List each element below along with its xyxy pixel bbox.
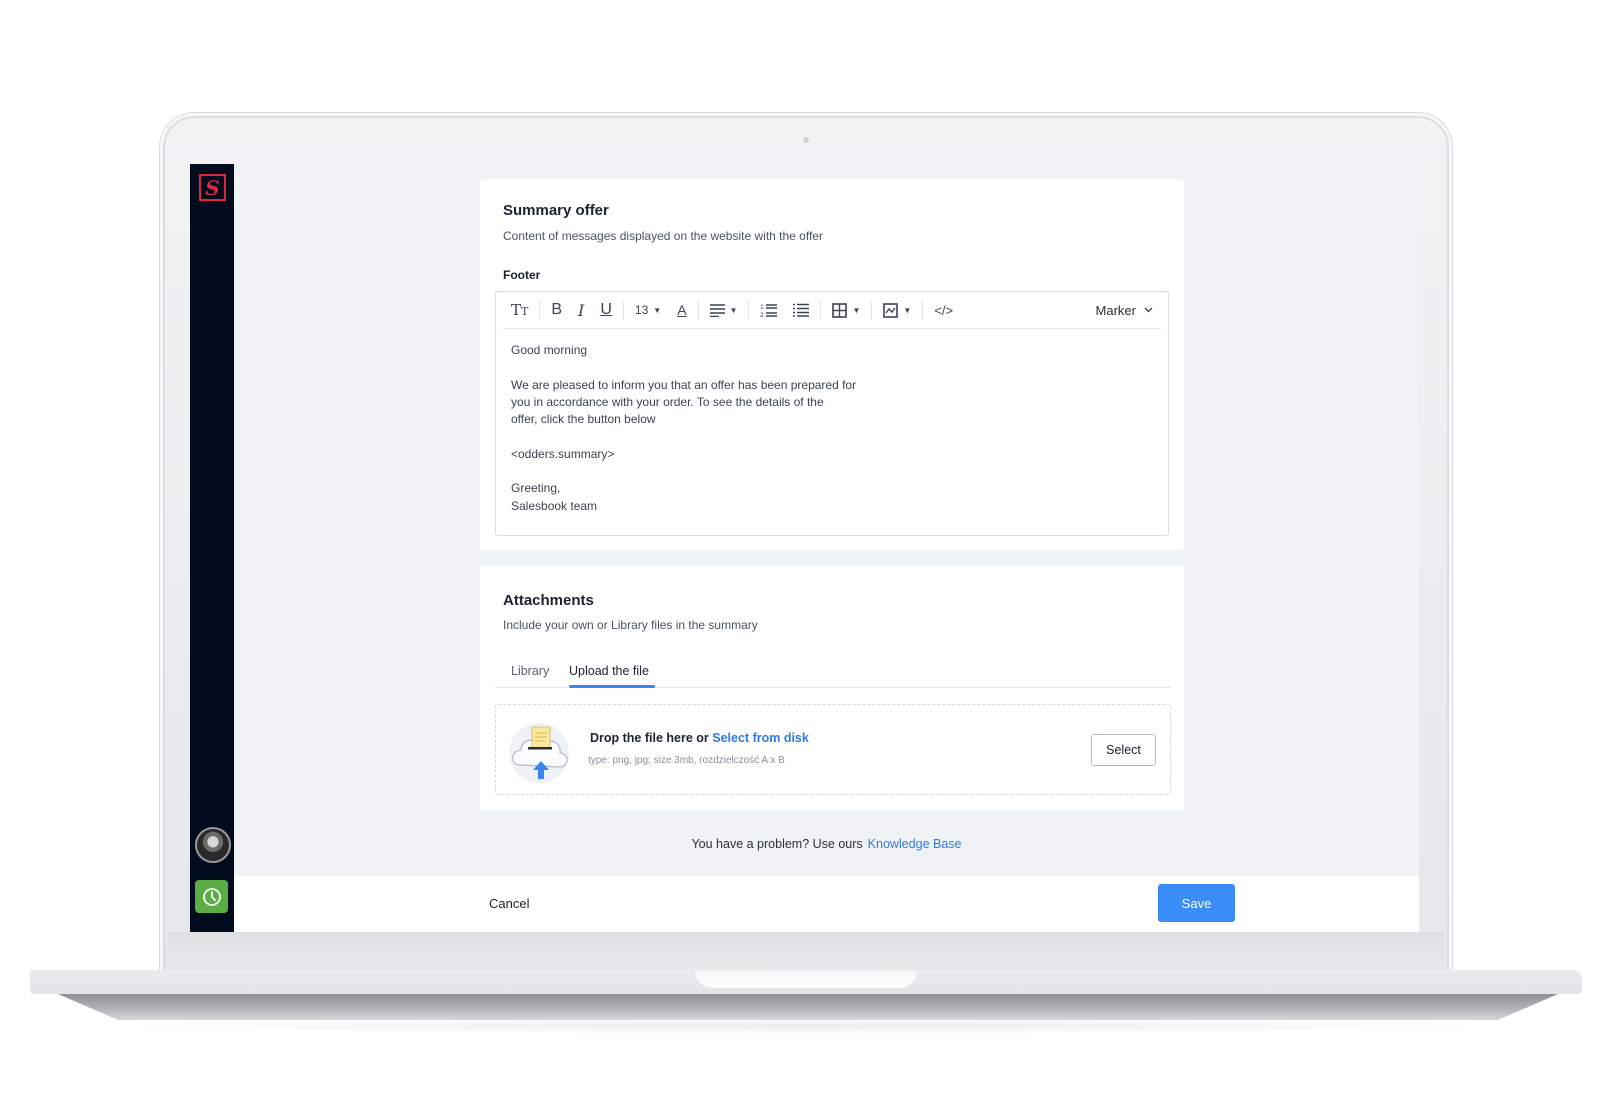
editor-line [511, 359, 856, 376]
help-text: You have a problem? Use ours Knowledge Ba… [190, 837, 1419, 851]
laptop-screen-chin [168, 932, 1444, 970]
file-dropzone[interactable]: Drop the file here or Select from disk t… [495, 704, 1171, 795]
attachments-subtitle: Include your own or Library files in the… [503, 618, 758, 632]
footer-field-label: Footer [503, 268, 541, 282]
toolbar-divider [622, 300, 624, 320]
editor-line: <odders.summary> [511, 446, 615, 461]
toolbar-divider [820, 300, 822, 320]
laptop-base-notch [695, 970, 917, 988]
editor-line: Good morning [511, 343, 588, 357]
caret-down-icon: ▼ [852, 305, 861, 315]
font-size-dropdown[interactable]: 13 ▼ [627, 300, 669, 320]
cancel-button[interactable]: Cancel [489, 896, 529, 911]
activity-clock-button[interactable] [195, 880, 228, 913]
sidebar: S [190, 164, 234, 932]
select-from-disk-link[interactable]: Select from disk [712, 731, 809, 745]
help-text-label: You have a problem? Use ours [691, 837, 863, 851]
caret-down-icon: ▼ [653, 305, 662, 315]
caret-down-icon: ▼ [903, 305, 912, 315]
toolbar-divider [871, 300, 873, 320]
tab-library[interactable]: Library [511, 664, 549, 678]
summary-offer-card: Summary offer Content of messages displa… [480, 179, 1184, 550]
summary-offer-title: Summary offer [503, 202, 609, 219]
italic-button[interactable]: I [570, 300, 592, 320]
attachments-card: Attachments Include your own or Library … [480, 566, 1184, 810]
italic-icon: I [578, 300, 585, 320]
dropzone-title-text: Drop the file here or [590, 731, 709, 745]
caret-down-icon: ▼ [729, 305, 738, 315]
dropzone-title: Drop the file here or Select from disk [590, 731, 809, 745]
image-icon [883, 302, 899, 318]
numbered-list-icon: 1 2 [760, 304, 778, 318]
toolbar-divider [922, 300, 924, 320]
laptop-camera [803, 137, 809, 143]
toolbar-divider [539, 300, 541, 320]
bold-button[interactable]: B [543, 300, 570, 320]
align-icon [709, 303, 725, 317]
attachments-title: Attachments [503, 592, 594, 609]
svg-text:2: 2 [760, 312, 764, 318]
editor-line [511, 463, 856, 480]
marker-dropdown[interactable]: Marker [1096, 303, 1161, 318]
chevron-down-icon [1144, 307, 1153, 313]
save-button[interactable]: Save [1158, 884, 1235, 922]
numbered-list-button[interactable]: 1 2 [752, 300, 785, 320]
laptop-base-underside [58, 994, 1558, 1020]
attachments-tabs: Library Upload the file [495, 656, 1171, 688]
editor-line: We are pleased to inform you that an off… [511, 377, 857, 392]
form-footer-bar: Cancel Save [234, 876, 1419, 932]
active-tab-indicator [569, 685, 655, 688]
select-file-button[interactable]: Select [1091, 734, 1156, 766]
image-dropdown[interactable]: ▼ [875, 300, 919, 320]
marker-label: Marker [1095, 302, 1136, 318]
text-size-button[interactable]: TT [503, 300, 536, 320]
source-code-button[interactable]: </> [926, 300, 961, 320]
summary-offer-subtitle: Content of messages displayed on the web… [503, 229, 823, 243]
editor-toolbar: TT B I U 13 ▼ A ▼ 1 2 ▼ ▼ </> Marker [503, 292, 1161, 329]
tab-upload-file[interactable]: Upload the file [569, 664, 649, 678]
footer-rich-text-editor[interactable]: TT B I U 13 ▼ A ▼ 1 2 ▼ ▼ </> Marker Goo… [495, 291, 1169, 536]
toolbar-divider [697, 300, 699, 320]
underline-button[interactable]: U [592, 300, 620, 320]
align-dropdown[interactable]: ▼ [702, 300, 746, 320]
clock-icon [202, 887, 221, 906]
editor-line: you in accordance with your order. To se… [511, 394, 824, 409]
toolbar-divider [748, 300, 750, 320]
text-color-button[interactable]: A [669, 300, 694, 320]
underline-icon: U [600, 301, 612, 318]
font-size-value: 13 [634, 303, 649, 317]
bullet-list-icon [793, 303, 810, 317]
bullet-list-button[interactable] [785, 300, 817, 320]
editor-line: Salesbook team [511, 498, 598, 513]
text-size-icon: TT [511, 301, 529, 319]
knowledge-base-link[interactable]: Knowledge Base [868, 837, 962, 851]
app-logo[interactable]: S [199, 174, 226, 201]
table-icon [832, 302, 848, 318]
code-icon: </> [934, 302, 954, 318]
editor-line: Greeting, [511, 481, 561, 496]
svg-text:1: 1 [760, 304, 764, 311]
dropzone-hint: type: png, jpg; size 3mb, rozdzielczość … [588, 755, 785, 766]
cloud-upload-illustration [509, 723, 569, 783]
app-screen: S Summary offer Content of messages disp… [190, 164, 1419, 932]
editor-line: offer, click the button below [511, 412, 656, 427]
bold-icon: B [551, 301, 563, 318]
editor-content[interactable]: Good morning We are pleased to inform yo… [511, 342, 856, 515]
logo-letter: S [205, 175, 220, 200]
laptop-shadow [80, 1018, 1530, 1034]
table-dropdown[interactable]: ▼ [824, 300, 868, 320]
editor-line [511, 428, 856, 445]
text-color-icon: A [677, 302, 687, 318]
